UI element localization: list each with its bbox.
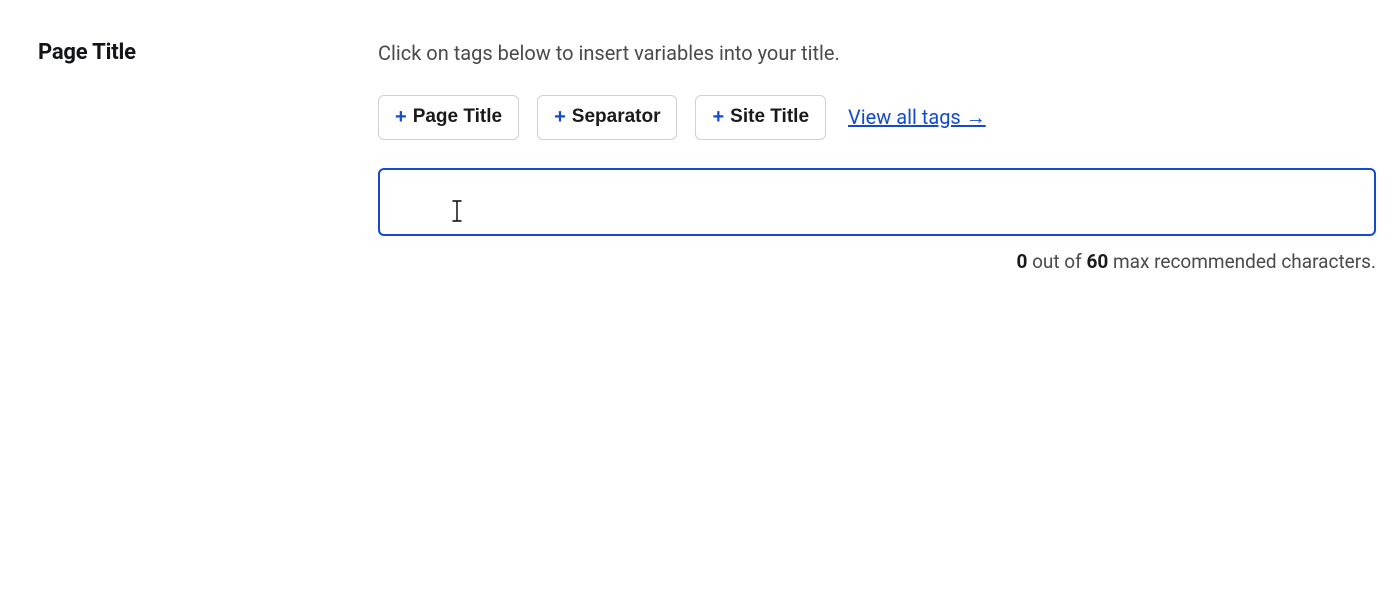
tags-row: + Page Title + Separator + Site Title Vi… [378,95,1376,140]
tag-button-label: Site Title [730,106,809,129]
character-counter: 0 out of 60 max recommended characters. [378,250,1376,273]
tag-button-label: Separator [572,106,661,129]
plus-icon: + [712,107,724,127]
tag-button-page-title[interactable]: + Page Title [378,95,519,140]
char-count-current: 0 [1016,250,1027,273]
tag-button-label: Page Title [413,106,502,129]
plus-icon: + [554,107,566,127]
char-count-max: 60 [1086,250,1108,273]
page-title-input[interactable] [378,168,1376,236]
char-count-middle: out of [1027,250,1086,273]
tag-button-separator[interactable]: + Separator [537,95,677,140]
view-all-tags-link[interactable]: View all tags → [848,105,986,130]
helper-text: Click on tags below to insert variables … [378,40,1376,67]
plus-icon: + [395,107,407,127]
char-count-suffix: max recommended characters. [1108,250,1376,273]
field-label: Page Title [38,40,378,65]
tag-button-site-title[interactable]: + Site Title [695,95,826,140]
